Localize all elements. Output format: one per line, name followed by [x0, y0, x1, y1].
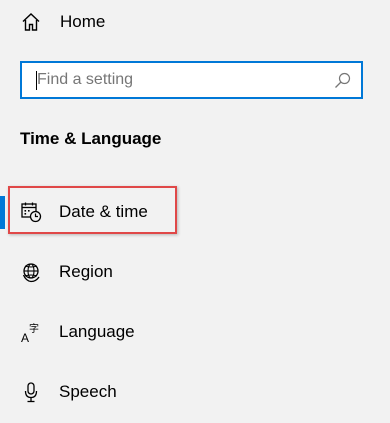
nav-item-language[interactable]: A 字 Language	[0, 310, 390, 354]
microphone-icon	[24, 382, 38, 403]
search-icon[interactable]	[334, 72, 351, 89]
svg-text:A: A	[21, 331, 29, 343]
section-title: Time & Language	[20, 129, 162, 148]
text-caret	[36, 71, 37, 90]
nav-item-home[interactable]: Home	[0, 0, 390, 42]
globe-icon	[22, 263, 40, 283]
calendar-clock-icon	[21, 202, 42, 223]
nav-item-region[interactable]: Region	[0, 250, 390, 294]
nav-item-speech[interactable]: Speech	[0, 370, 390, 414]
nav-item-label: Speech	[59, 382, 117, 401]
search-input[interactable]	[22, 63, 322, 97]
language-icon: A 字	[21, 322, 39, 343]
nav-item-date-time[interactable]: Date & time	[0, 190, 390, 234]
nav-item-label: Language	[59, 322, 135, 341]
home-icon	[22, 13, 40, 31]
svg-text:字: 字	[29, 322, 39, 335]
home-label: Home	[60, 12, 106, 31]
nav-item-label: Region	[59, 262, 113, 281]
search-box[interactable]	[20, 61, 363, 99]
nav-item-label: Date & time	[59, 202, 148, 221]
